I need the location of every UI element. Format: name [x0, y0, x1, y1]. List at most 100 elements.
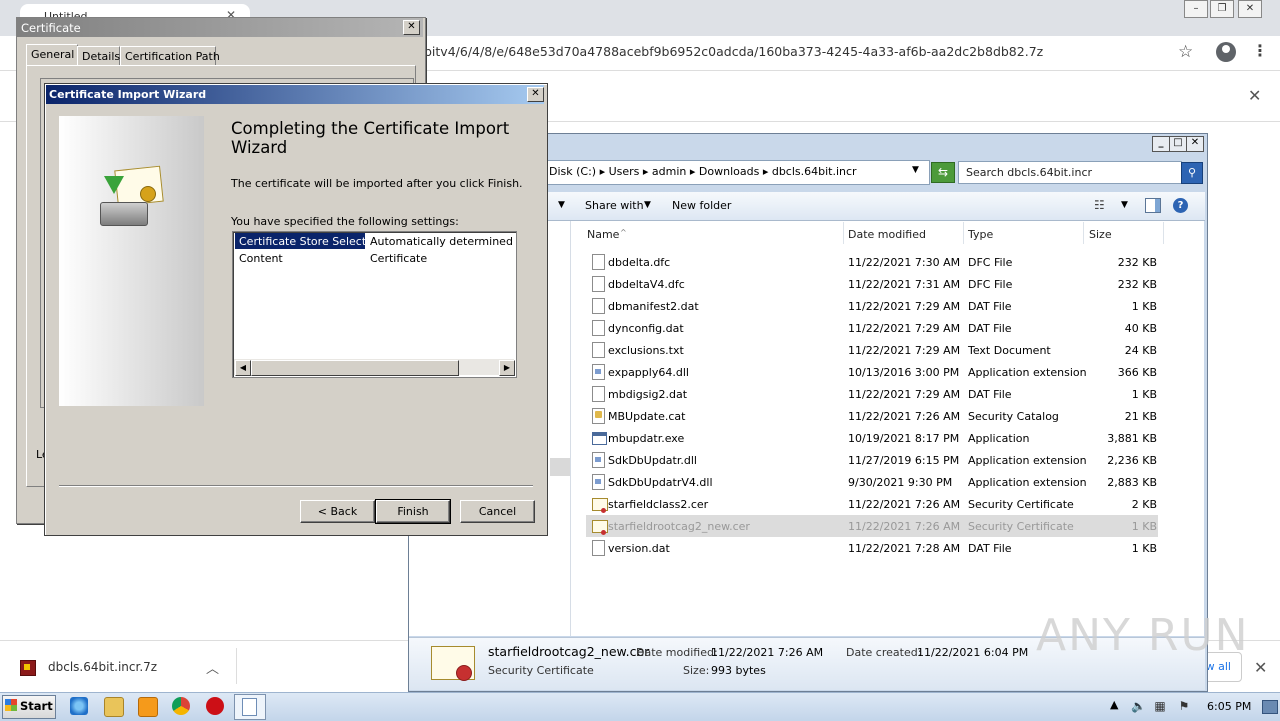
setting-key[interactable]: Certificate Store Selected [239, 235, 380, 248]
profile-avatar-icon[interactable] [1216, 42, 1236, 62]
scrollbar-thumb[interactable] [251, 360, 459, 376]
column-label-name: Name [587, 228, 620, 241]
preview-pane-icon[interactable] [1145, 198, 1161, 213]
finish-button[interactable]: Finish [375, 499, 451, 524]
table-row[interactable]: dbdeltaV4.dfc 11/22/2021 7:31 AM DFC File 2… [586, 273, 1158, 295]
volume-icon[interactable]: 🔈 [1131, 699, 1146, 713]
certificate-file-icon [592, 520, 608, 535]
chevron-down-icon[interactable]: ▼ [558, 200, 565, 210]
navigation-selected-item[interactable] [550, 458, 570, 476]
import-arrow-icon [104, 176, 124, 194]
more-menu-icon[interactable]: ⋮ [1252, 41, 1268, 60]
details-file-name: starfieldrootcag2_new.cer [488, 644, 650, 659]
file-size: 1 KB [1131, 520, 1157, 533]
dll-file-icon [592, 452, 605, 468]
scroll-left-icon[interactable]: ◀ [235, 360, 251, 376]
table-row[interactable]: expapply64.dll 10/13/2016 3:00 PM Applicat… [586, 361, 1158, 383]
table-row[interactable]: version.dat 11/22/2021 7:28 AM DAT File 1 K… [586, 537, 1158, 559]
tab-general[interactable]: General [26, 44, 78, 66]
restore-button[interactable]: ❐ [1210, 0, 1234, 18]
table-row[interactable]: starfieldrootcag2_new.cer 11/22/2021 7:26… [586, 515, 1158, 537]
file-date: 11/22/2021 7:26 AM [848, 410, 961, 423]
start-label: Start [20, 699, 53, 713]
breadcrumb[interactable]: Disk (C:) ▸ Users ▸ admin ▸ Downloads ▸ … [549, 165, 857, 178]
setting-value: Automatically determined by the wizard [370, 235, 514, 248]
details-created-label: Date created: [846, 646, 922, 659]
file-date: 11/22/2021 7:29 AM [848, 322, 961, 335]
tab-certification-path[interactable]: Certification Path [120, 46, 220, 66]
opera-icon[interactable] [206, 697, 224, 715]
file-type: Security Catalog [968, 410, 1059, 423]
table-row[interactable]: SdkDbUpdatr.dll 11/27/2019 6:15 PM Applica… [586, 449, 1158, 471]
wizard-description: The certificate will be imported after y… [231, 177, 523, 190]
clock[interactable]: 6:05 PM [1207, 700, 1251, 713]
tray-expand-icon[interactable]: ▲ [1110, 698, 1118, 711]
close-infobar-icon[interactable]: ✕ [1248, 86, 1261, 105]
new-folder-button[interactable]: New folder [672, 199, 731, 212]
file-size: 40 KB [1124, 322, 1157, 335]
address-bar[interactable]: bitv4/6/4/8/e/648e53d70a4788acebf9b6952c… [424, 44, 1043, 59]
folder-icon[interactable] [104, 697, 124, 717]
file-name: version.dat [608, 542, 670, 555]
file-size: 2,883 KB [1107, 476, 1157, 489]
chevron-up-icon[interactable]: ︿ [206, 658, 219, 677]
wizard-title: Certificate Import Wizard [49, 88, 207, 101]
chrome-icon[interactable] [172, 697, 190, 715]
column-label-date: Date modified [848, 228, 926, 241]
close-downloads-icon[interactable]: ✕ [1254, 658, 1267, 677]
refresh-icon[interactable]: ⇆ [931, 162, 955, 183]
back-button[interactable]: < Back [300, 500, 375, 523]
table-row[interactable]: dynconfig.dat 11/22/2021 7:29 AM DAT File 4… [586, 317, 1158, 339]
bookmark-star-icon[interactable]: ☆ [1178, 42, 1193, 62]
tab-label: General [31, 48, 75, 61]
maximize-button[interactable]: □ [1169, 136, 1187, 152]
file-date: 10/19/2021 8:17 PM [848, 432, 960, 445]
close-button[interactable]: ✕ [403, 20, 420, 35]
file-size: 232 KB [1117, 278, 1157, 291]
media-player-icon[interactable] [138, 697, 158, 717]
cancel-button[interactable]: Cancel [460, 500, 535, 523]
scroll-right-icon[interactable]: ▶ [499, 360, 515, 376]
taskbar [0, 692, 1280, 721]
chevron-down-icon[interactable]: ▼ [912, 165, 919, 175]
file-name: exclusions.txt [608, 344, 684, 357]
file-name: dbdelta.dfc [608, 256, 671, 269]
network-icon[interactable]: ▦ [1153, 699, 1167, 713]
share-with-button[interactable]: Share with [585, 199, 644, 212]
internet-explorer-icon[interactable] [70, 697, 88, 715]
file-icon [592, 342, 605, 358]
search-icon[interactable]: ⚲ [1181, 162, 1203, 184]
catalog-file-icon [592, 408, 605, 424]
table-row[interactable]: SdkDbUpdatrV4.dll 9/30/2021 9:30 PM Applic… [586, 471, 1158, 493]
tab-details[interactable]: Details [77, 46, 120, 66]
table-row[interactable]: mbdigsig2.dat 11/22/2021 7:29 AM DAT File 1… [586, 383, 1158, 405]
file-name: dbdeltaV4.dfc [608, 278, 685, 291]
show-desktop-button[interactable] [1262, 700, 1278, 714]
table-row[interactable]: starfieldclass2.cer 11/22/2021 7:26 AM Sec… [586, 493, 1158, 515]
table-row[interactable]: dbdelta.dfc 11/22/2021 7:30 AM DFC File 232… [586, 251, 1158, 273]
file-icon [592, 386, 605, 402]
download-item[interactable]: dbcls.64bit.incr.7z [48, 660, 157, 674]
chevron-down-icon[interactable]: ▼ [644, 200, 651, 210]
table-row[interactable]: MBUpdate.cat 11/22/2021 7:26 AM Security C… [586, 405, 1158, 427]
details-file-type: Security Certificate [488, 664, 594, 677]
table-row[interactable]: mbupdatr.exe 10/19/2021 8:17 PM Applicatio… [586, 427, 1158, 449]
minimize-button[interactable]: – [1184, 0, 1208, 18]
file-size: 2,236 KB [1107, 454, 1157, 467]
table-row[interactable]: dbmanifest2.dat 11/22/2021 7:29 AM DAT Fil… [586, 295, 1158, 317]
minimize-button[interactable]: _ [1152, 136, 1170, 152]
file-name: dbmanifest2.dat [608, 300, 699, 313]
column-label-size: Size [1089, 228, 1112, 241]
file-type: DAT File [968, 322, 1012, 335]
certificate-file-icon [431, 646, 475, 681]
close-button[interactable]: ✕ [1186, 136, 1204, 152]
help-icon[interactable]: ? [1173, 198, 1188, 213]
setting-key[interactable]: Content [239, 252, 283, 265]
chevron-down-icon[interactable]: ▼ [1121, 200, 1128, 210]
close-button[interactable]: ✕ [527, 87, 544, 102]
table-row[interactable]: exclusions.txt 11/22/2021 7:29 AM Text Doc… [586, 339, 1158, 361]
action-center-flag-icon[interactable]: ⚑ [1177, 699, 1191, 713]
views-icon[interactable]: ☷ [1094, 198, 1105, 212]
close-button[interactable]: ✕ [1238, 0, 1262, 18]
dll-file-icon [592, 474, 605, 490]
